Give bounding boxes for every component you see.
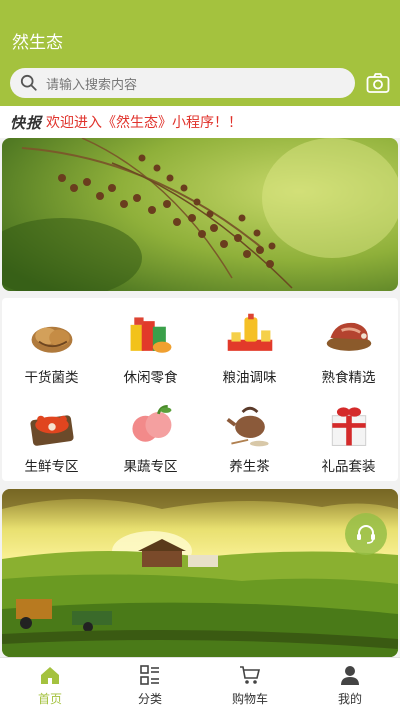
ticker-tag: 快报 <box>10 113 43 132</box>
category-item[interactable]: 休闲零食 <box>101 298 200 386</box>
news-ticker[interactable]: 快报 欢迎进入《然生态》小程序！！ <box>0 106 400 138</box>
category-item[interactable]: 礼品套装 <box>299 387 398 475</box>
category-grid: 干货菌类 休闲零食 粮油调味 熟食精选 生鲜专区 果蔬专区 养生茶 礼品套装 <box>2 298 398 481</box>
headset-icon <box>357 525 375 544</box>
snacks-icon <box>130 317 171 353</box>
search-icon <box>20 74 37 91</box>
category-icon <box>140 665 159 685</box>
cooked-meat-icon <box>326 322 371 351</box>
farm-illustration <box>2 489 398 657</box>
category-label: 熟食精选 <box>321 370 376 386</box>
ticker-message: 欢迎进入《然生态》小程序！！ <box>46 115 243 131</box>
teapot-icon <box>226 406 269 447</box>
tab-label: 购物车 <box>231 692 268 706</box>
cart-icon <box>240 666 261 684</box>
gift-box-icon <box>331 407 366 446</box>
tab-label: 我的 <box>337 692 362 706</box>
seafood-icon <box>29 415 74 446</box>
millet-photo <box>2 138 398 291</box>
tab-home[interactable]: 首页 <box>0 658 100 711</box>
bottom-tab-bar: 首页 分类 购物车 我的 <box>0 657 400 711</box>
app-title: 然生态 <box>12 33 63 53</box>
app-header: 然生态 请输入搜索内容 <box>0 0 400 106</box>
tab-label: 分类 <box>137 692 162 706</box>
category-item[interactable]: 果蔬专区 <box>101 387 200 475</box>
category-item[interactable]: 生鲜专区 <box>2 387 101 475</box>
tab-category[interactable]: 分类 <box>100 658 200 711</box>
search-bar[interactable]: 请输入搜索内容 <box>10 68 355 98</box>
home-icon <box>41 667 59 684</box>
customer-service-button[interactable] <box>345 513 387 555</box>
category-item[interactable]: 干货菌类 <box>2 298 101 386</box>
user-icon <box>341 666 359 685</box>
category-label: 礼品套装 <box>321 459 376 475</box>
category-label: 果蔬专区 <box>123 459 178 475</box>
tab-label: 首页 <box>37 692 62 706</box>
farm-banner-image[interactable] <box>2 489 398 657</box>
tab-cart[interactable]: 购物车 <box>200 658 300 711</box>
category-item[interactable]: 熟食精选 <box>299 298 398 386</box>
category-label: 生鲜专区 <box>24 459 79 475</box>
search-input[interactable]: 请输入搜索内容 <box>46 74 137 93</box>
peach-icon <box>131 405 171 442</box>
tab-profile[interactable]: 我的 <box>300 658 400 711</box>
category-label: 干货菌类 <box>24 370 79 386</box>
category-item[interactable]: 粮油调味 <box>200 298 299 386</box>
camera-icon[interactable] <box>366 72 390 94</box>
category-label: 养生茶 <box>229 459 270 475</box>
dried-mushroom-icon <box>31 326 72 353</box>
category-label: 粮油调味 <box>222 370 277 386</box>
grain-oil-icon <box>227 313 272 351</box>
category-item[interactable]: 养生茶 <box>200 387 299 475</box>
banner-image[interactable] <box>2 138 398 291</box>
category-label: 休闲零食 <box>123 370 178 386</box>
